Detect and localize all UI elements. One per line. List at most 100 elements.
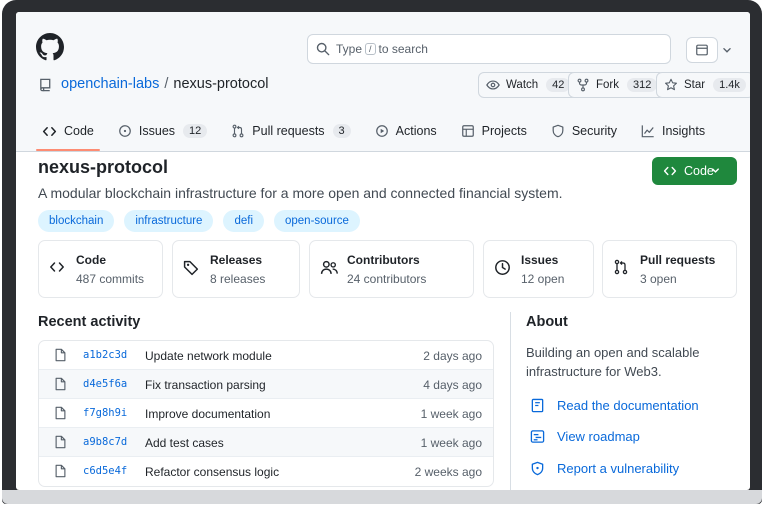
search-prefix: Type — [336, 42, 363, 56]
shield-icon — [531, 461, 544, 476]
breadcrumb: openchain-labs / nexus-protocol — [38, 76, 269, 92]
watch-label: Watch — [506, 79, 539, 91]
tab-projects[interactable]: Projects — [455, 112, 533, 150]
star-button[interactable]: Star 1.4k — [656, 72, 750, 98]
topic-tag[interactable]: defi — [223, 210, 264, 232]
list-item[interactable]: d4e5f6a Fix transaction parsing 4 days a… — [39, 370, 493, 399]
tab-pull-requests[interactable]: Pull requests 3 — [225, 112, 356, 150]
search-suffix: to search — [378, 42, 428, 56]
code-download-button[interactable]: Code — [652, 157, 737, 185]
fork-count: 312 — [627, 78, 658, 92]
topic-tag[interactable]: infrastructure — [124, 210, 214, 232]
topic-tag[interactable]: open-source — [274, 210, 360, 232]
chevron-down-icon[interactable] — [720, 43, 734, 57]
repo-header: Type / to search openchain-labs / nexus-… — [16, 12, 750, 152]
report-vulnerability-link[interactable]: Report a vulnerability — [530, 461, 679, 476]
tab-insights[interactable]: Insights — [635, 112, 711, 150]
tab-actions[interactable]: Actions — [369, 112, 443, 150]
chevron-down-icon — [712, 168, 719, 173]
tab-code[interactable]: Code — [36, 112, 100, 151]
read-docs-link[interactable]: Read the documentation — [530, 398, 699, 413]
repo-title: nexus-protocol — [38, 157, 169, 177]
commit-message: Add test cases — [145, 436, 224, 450]
stat-value: 24 contributors — [347, 272, 427, 286]
fork-button[interactable]: Fork 312 — [568, 72, 666, 98]
code-icon — [50, 262, 64, 272]
recent-activity-list: a1b2c3d Update network module 2 days ago… — [38, 340, 494, 487]
commit-sha-link[interactable]: a1b2c3d — [83, 349, 127, 361]
link-label: Report a vulnerability — [557, 461, 680, 476]
about-heading: About — [526, 314, 568, 330]
shield-icon — [552, 124, 564, 138]
breadcrumb-separator: / — [164, 76, 169, 92]
panel-icon — [696, 44, 708, 56]
watch-count: 42 — [546, 78, 571, 92]
search-icon — [316, 42, 330, 56]
repo-description: A modular blockchain infrastructure for … — [38, 185, 563, 201]
roadmap-icon — [530, 430, 545, 443]
list-item[interactable]: c6d5e4f Refactor consensus logic 2 weeks… — [39, 457, 493, 486]
code-icon — [42, 126, 57, 136]
people-icon — [320, 260, 338, 274]
table-icon — [461, 125, 474, 137]
repo-owner-link[interactable]: openchain-labs — [61, 76, 159, 92]
play-icon — [375, 125, 388, 137]
github-logo-icon[interactable] — [36, 33, 64, 61]
commit-message: Improve documentation — [145, 407, 271, 421]
commit-time: 1 week ago — [420, 436, 482, 450]
view-roadmap-link[interactable]: View roadmap — [530, 429, 640, 444]
commit-time: 4 days ago — [423, 378, 482, 392]
repo-icon — [40, 78, 51, 91]
commit-message: Refactor consensus logic — [145, 465, 280, 479]
topic-tag[interactable]: blockchain — [38, 210, 115, 232]
command-palette-button[interactable] — [686, 37, 718, 63]
commit-sha-link[interactable]: a9b8c7d — [83, 436, 127, 448]
stat-value: 8 releases — [210, 272, 266, 286]
stat-label: Code — [76, 253, 106, 267]
commit-time: 2 days ago — [423, 349, 482, 363]
tag-icon — [183, 260, 199, 276]
commit-message: Fix transaction parsing — [145, 378, 266, 392]
stat-card-code[interactable]: Code 487 commits — [38, 240, 163, 298]
stat-card-issues[interactable]: Issues 12 open — [483, 240, 594, 298]
tab-security[interactable]: Security — [545, 112, 623, 150]
stat-card-pull-requests[interactable]: Pull requests 3 open — [602, 240, 737, 298]
file-icon — [55, 406, 66, 420]
pull-request-icon — [232, 124, 244, 138]
file-icon — [55, 435, 66, 449]
fork-label: Fork — [596, 79, 619, 91]
stat-label: Pull requests — [640, 253, 716, 267]
pull-request-icon — [614, 259, 628, 275]
star-label: Star — [684, 79, 706, 91]
stat-card-releases[interactable]: Releases 8 releases — [172, 240, 300, 298]
search-shortcut-key: / — [365, 43, 376, 55]
file-icon — [55, 377, 66, 391]
stat-card-contributors[interactable]: Contributors 24 contributors — [309, 240, 474, 298]
fork-icon — [577, 78, 589, 92]
topic-list: blockchain infrastructure defi open-sour… — [38, 210, 370, 232]
commit-sha-link[interactable]: d4e5f6a — [83, 378, 127, 390]
list-item[interactable]: a1b2c3d Update network module 2 days ago — [39, 341, 493, 370]
repo-stats: Code 487 commits Releases 8 releases Con… — [38, 240, 738, 298]
file-icon — [55, 464, 66, 478]
list-item[interactable]: a9b8c7d Add test cases 1 week ago — [39, 428, 493, 457]
watch-button[interactable]: Watch 42 — [478, 72, 579, 98]
commit-sha-link[interactable]: f7g8h9i — [83, 407, 127, 419]
link-label: Read the documentation — [557, 398, 699, 413]
commit-time: 1 week ago — [420, 407, 482, 421]
list-item[interactable]: f7g8h9i Improve documentation 1 week ago — [39, 399, 493, 428]
stat-label: Issues — [521, 253, 559, 267]
recent-activity-heading: Recent activity — [38, 314, 141, 330]
commit-sha-link[interactable]: c6d5e4f — [83, 465, 127, 477]
tab-label: Code — [64, 124, 94, 138]
column-divider — [510, 312, 511, 490]
tab-issues[interactable]: Issues 12 — [112, 112, 213, 150]
book-icon — [531, 398, 544, 413]
repo-tabs: Code Issues 12 Pull requests 3 Actions P… — [36, 112, 723, 152]
commit-message: Update network module — [145, 349, 272, 363]
repo-name-link[interactable]: nexus-protocol — [173, 76, 268, 92]
tab-label: Actions — [395, 124, 437, 138]
stat-value: 3 open — [640, 272, 677, 286]
search-input[interactable]: Type / to search — [307, 34, 671, 64]
commit-time: 2 weeks ago — [414, 465, 482, 479]
